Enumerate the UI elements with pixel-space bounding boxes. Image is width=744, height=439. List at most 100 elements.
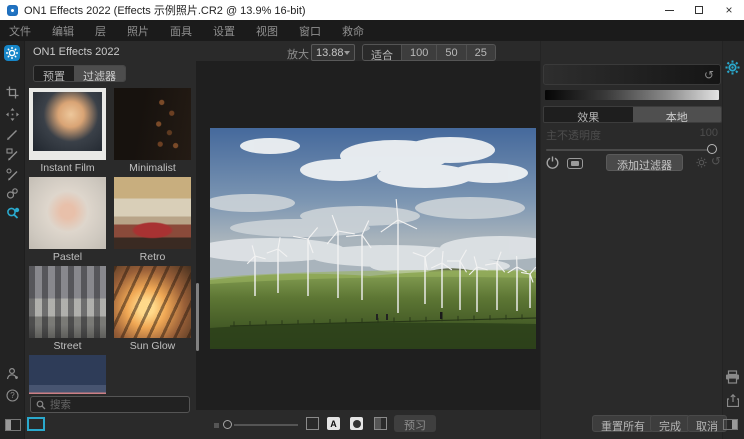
brush-tool-icon[interactable] <box>5 127 20 142</box>
filter-reset-icon[interactable]: ↺ <box>711 154 721 168</box>
clone-stamp-icon[interactable] <box>5 186 20 201</box>
filters-power-icon[interactable] <box>546 156 559 172</box>
preset-thumb-pastel <box>29 177 106 249</box>
preset-thumb-street <box>29 266 106 338</box>
canvas-view-toggle-icon[interactable] <box>27 417 45 431</box>
preset-label: Retro <box>114 249 191 263</box>
mask-preview-icon[interactable] <box>567 158 583 169</box>
menu-edit[interactable]: 编辑 <box>52 23 74 39</box>
window-controls: × <box>654 0 744 20</box>
zoom-100-button[interactable]: 100 <box>402 45 437 60</box>
search-input[interactable] <box>50 399 184 411</box>
preset-label: Street <box>29 338 106 352</box>
crop-tool-icon[interactable] <box>5 85 20 100</box>
preset-item-pastel[interactable]: Pastel <box>29 177 106 263</box>
reset-all-button[interactable]: 重置所有 <box>592 415 654 432</box>
zoom-tool-icon[interactable] <box>5 205 20 220</box>
effects-panel <box>540 41 722 439</box>
preset-thumb-retro <box>114 177 191 249</box>
browse-panel-toggle-icon[interactable] <box>5 419 21 431</box>
masking-brush-icon[interactable] <box>5 147 20 162</box>
view-compare-icon[interactable]: A <box>327 417 340 430</box>
tab-filters[interactable]: 过滤器 <box>74 66 125 81</box>
preset-label: Minimalist <box>114 160 191 174</box>
close-button[interactable]: × <box>714 0 744 20</box>
menu-photo[interactable]: 照片 <box>127 23 149 39</box>
preset-item-partial[interactable] <box>29 355 106 394</box>
tab-local[interactable]: 本地 <box>633 107 722 122</box>
preview-button[interactable]: 预习 <box>394 415 436 432</box>
preset-thumb-partial <box>29 355 106 394</box>
zoom-25-button[interactable]: 25 <box>467 45 495 60</box>
view-mask-icon[interactable] <box>350 417 363 430</box>
menu-layer[interactable]: 层 <box>95 23 106 39</box>
preset-item-minimalist[interactable]: Minimalist <box>114 88 191 174</box>
zoom-out-icon[interactable] <box>214 423 219 428</box>
zoom-fit-group: 适合 100 50 25 <box>362 44 496 61</box>
menu-view[interactable]: 视图 <box>256 23 278 39</box>
window-title: ON1 Effects 2022 (Effects 示例照片.CR2 @ 13.… <box>24 2 306 18</box>
histogram-box: ↺ <box>543 64 721 85</box>
view-split-icon[interactable] <box>374 417 387 430</box>
on1-logo-icon <box>4 45 20 61</box>
master-opacity-value: 100 <box>690 127 718 139</box>
app-icon <box>7 5 18 16</box>
bottom-zoom-slider-track[interactable] <box>234 424 298 426</box>
done-button[interactable]: 完成 <box>650 415 690 432</box>
menu-file[interactable]: 文件 <box>9 23 31 39</box>
minimize-button[interactable] <box>654 0 684 20</box>
print-icon[interactable] <box>725 370 740 387</box>
zoom-50-button[interactable]: 50 <box>437 45 466 60</box>
preset-scrollbar[interactable] <box>196 283 199 351</box>
master-opacity-label: 主不透明度 <box>546 127 601 143</box>
menu-mask[interactable]: 面具 <box>170 23 192 39</box>
svg-text:?: ? <box>10 391 15 400</box>
cancel-button[interactable]: 取消 <box>687 415 727 432</box>
export-icon[interactable] <box>727 394 739 410</box>
preset-item-street[interactable]: Street <box>29 266 106 352</box>
transform-tool-icon[interactable] <box>5 107 20 122</box>
master-opacity-handle[interactable] <box>707 144 717 154</box>
view-original-icon[interactable] <box>306 417 319 430</box>
histogram-reset-icon[interactable]: ↺ <box>704 68 714 82</box>
app-window: ON1 Effects 2022 (Effects 示例照片.CR2 @ 13.… <box>0 0 744 439</box>
zoom-dropdown[interactable]: 13.88 <box>311 44 355 61</box>
tab-presets[interactable]: 预置 <box>34 66 74 81</box>
help-icon[interactable]: ? <box>5 388 20 403</box>
add-filter-button[interactable]: 添加过滤器 <box>606 154 683 171</box>
maximize-button[interactable] <box>684 0 714 20</box>
preset-label: Instant Film <box>29 160 106 174</box>
account-icon[interactable] <box>5 366 20 381</box>
right-panel-toggle-icon[interactable] <box>723 419 738 430</box>
zoom-label: 放大 <box>287 46 309 62</box>
menu-window[interactable]: 窗口 <box>299 23 321 39</box>
master-opacity-slider[interactable] <box>546 149 714 151</box>
preset-label: Pastel <box>29 249 106 263</box>
preset-item-sun-glow[interactable]: Sun Glow <box>114 266 191 352</box>
maximize-icon <box>695 6 703 14</box>
levels-gradient-bar <box>545 90 719 100</box>
preset-label: Sun Glow <box>114 338 191 352</box>
filter-options-gear-icon[interactable] <box>696 157 707 171</box>
minimize-icon <box>665 10 674 11</box>
panel-app-title: ON1 Effects 2022 <box>33 46 120 58</box>
right-panel-tabs: 效果 本地 <box>543 106 722 123</box>
chevron-down-icon <box>344 51 350 55</box>
bottom-zoom-slider-handle[interactable] <box>223 420 232 429</box>
search-icon <box>36 400 46 410</box>
refine-brush-icon[interactable] <box>5 167 20 182</box>
settings-gear-icon[interactable] <box>725 60 740 78</box>
left-panel-tabs: 预置 过滤器 <box>33 65 126 82</box>
tab-effects[interactable]: 效果 <box>544 107 633 122</box>
preset-thumb-instant-film <box>29 88 106 160</box>
preset-item-instant-film[interactable]: Instant Film <box>29 88 106 174</box>
preset-thumb-minimalist <box>114 88 191 160</box>
menu-bar: 文件 编辑 层 照片 面具 设置 视图 窗口 救命 <box>0 20 744 41</box>
menu-settings[interactable]: 设置 <box>213 23 235 39</box>
preset-search <box>30 396 190 413</box>
photo-windmills[interactable] <box>210 128 536 349</box>
preset-item-retro[interactable]: Retro <box>114 177 191 263</box>
menu-help[interactable]: 救命 <box>342 23 364 39</box>
title-bar: ON1 Effects 2022 (Effects 示例照片.CR2 @ 13.… <box>0 0 744 20</box>
fit-button[interactable]: 适合 <box>363 45 402 60</box>
